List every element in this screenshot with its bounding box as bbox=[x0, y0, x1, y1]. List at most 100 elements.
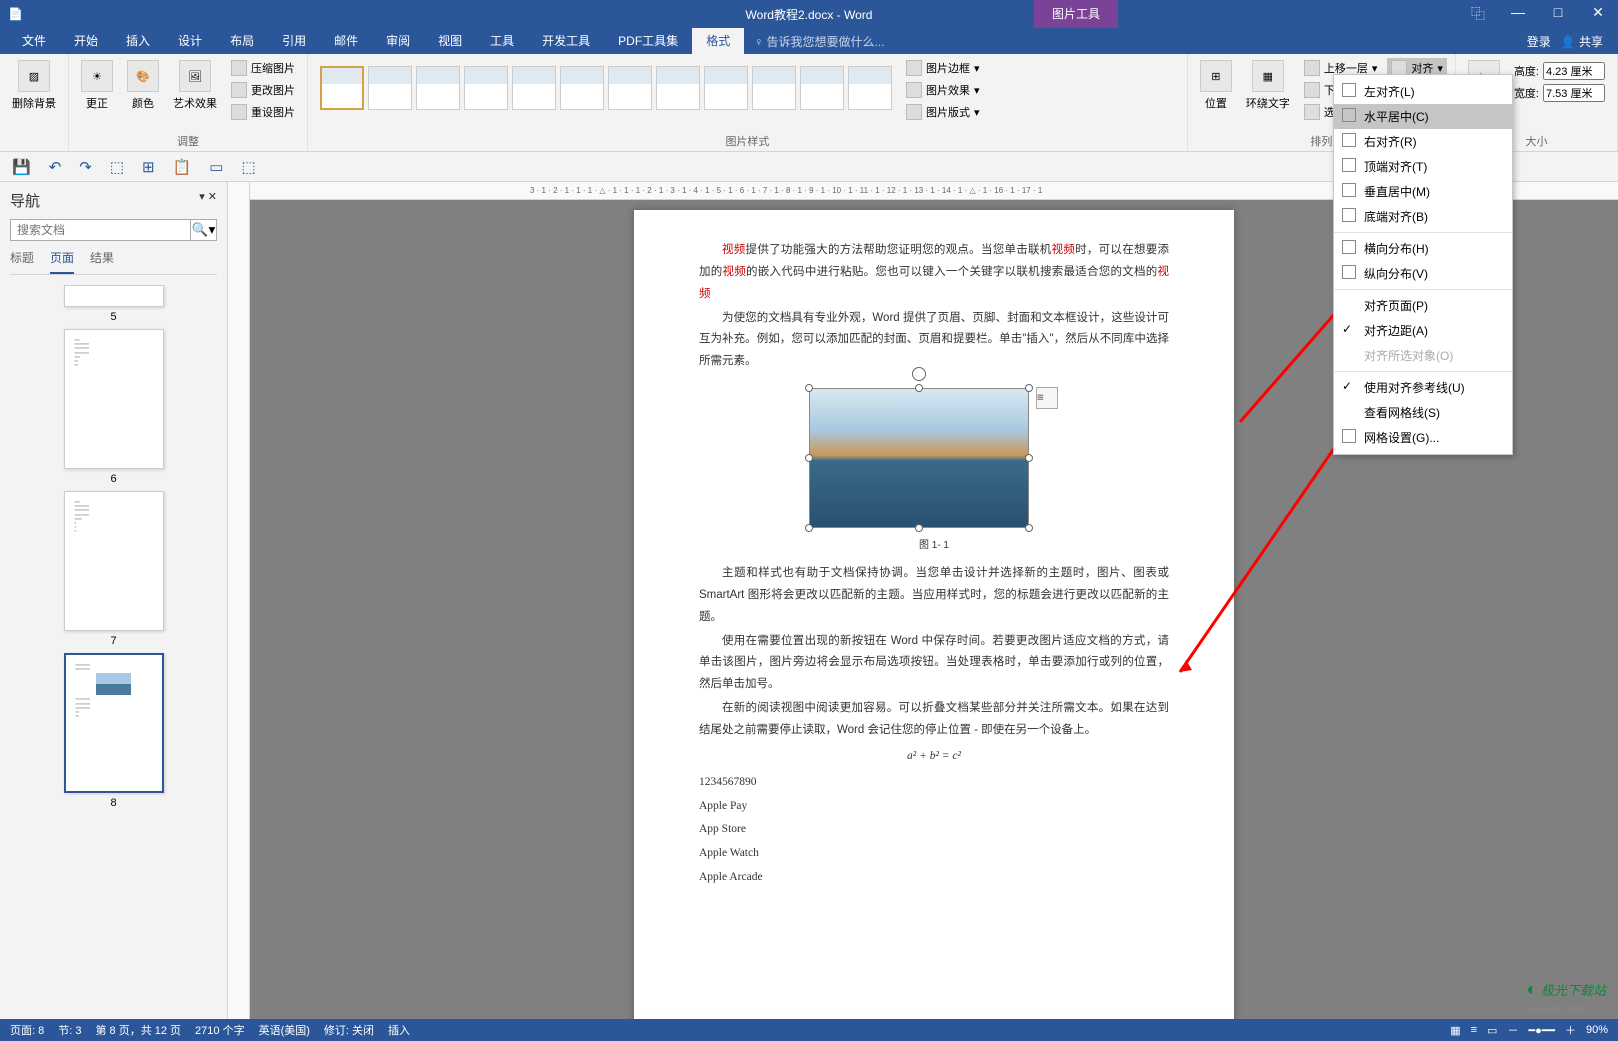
tell-me-input[interactable]: ♀ 告诉我您想要做什么... bbox=[754, 33, 884, 50]
tab-view[interactable]: 视图 bbox=[424, 28, 476, 54]
tab-pdf[interactable]: PDF工具集 bbox=[604, 28, 692, 54]
selected-image[interactable]: ≡ bbox=[809, 388, 1029, 528]
tab-format[interactable]: 格式 bbox=[692, 28, 744, 54]
tab-tools[interactable]: 工具 bbox=[476, 28, 528, 54]
position-button[interactable]: ⊞位置 bbox=[1196, 58, 1236, 113]
status-page[interactable]: 页面: 8 bbox=[10, 1022, 44, 1038]
style-thumb[interactable] bbox=[560, 66, 604, 110]
tab-home[interactable]: 开始 bbox=[60, 28, 112, 54]
status-insert[interactable]: 插入 bbox=[388, 1022, 410, 1038]
tab-mailings[interactable]: 邮件 bbox=[320, 28, 372, 54]
tab-insert[interactable]: 插入 bbox=[112, 28, 164, 54]
color-button[interactable]: 🎨颜色 bbox=[123, 58, 163, 113]
style-thumb[interactable] bbox=[752, 66, 796, 110]
tab-references[interactable]: 引用 bbox=[268, 28, 320, 54]
tab-file[interactable]: 文件 bbox=[8, 28, 60, 54]
status-track[interactable]: 修订: 关闭 bbox=[324, 1022, 374, 1038]
save-icon[interactable]: 💾 bbox=[12, 158, 31, 176]
align-menu-item[interactable]: ✓使用对齐参考线(U) bbox=[1334, 375, 1512, 400]
resize-handle[interactable] bbox=[1025, 384, 1033, 392]
reset-picture-button[interactable]: 重设图片 bbox=[227, 102, 299, 122]
status-words[interactable]: 2710 个字 bbox=[195, 1022, 245, 1038]
style-thumb[interactable] bbox=[704, 66, 748, 110]
paragraph[interactable]: 视频提供了功能强大的方法帮助您证明您的观点。当您单击联机视频时，可以在想要添加的… bbox=[699, 240, 1169, 306]
status-pages[interactable]: 第 8 页，共 12 页 bbox=[95, 1022, 181, 1038]
align-menu-item[interactable]: 水平居中(C) bbox=[1334, 104, 1512, 129]
search-button[interactable]: 🔍▾ bbox=[191, 219, 217, 241]
style-thumb[interactable] bbox=[464, 66, 508, 110]
qat-icon[interactable]: ⬚ bbox=[110, 158, 124, 176]
align-menu-item[interactable]: 垂直居中(M) bbox=[1334, 179, 1512, 204]
wrap-text-button[interactable]: ▦环绕文字 bbox=[1242, 58, 1294, 113]
align-menu-item[interactable]: 横向分布(H) bbox=[1334, 236, 1512, 261]
picture-styles-gallery[interactable] bbox=[316, 58, 896, 118]
nav-tab-results[interactable]: 结果 bbox=[90, 249, 114, 274]
page-thumb-6[interactable]: ━━━━━━━━━━━━━━━━━━━━━━━━━━━━━━━━━━ bbox=[64, 329, 164, 469]
style-thumb[interactable] bbox=[320, 66, 364, 110]
nav-close-icon[interactable]: ▾ ✕ bbox=[199, 190, 217, 211]
align-menu-item[interactable]: 查看网格线(S) bbox=[1334, 400, 1512, 425]
undo-icon[interactable]: ↶ bbox=[49, 158, 62, 176]
paragraph[interactable]: 使用在需要位置出现的新按钮在 Word 中保存时间。若要更改图片适应文档的方式，… bbox=[699, 631, 1169, 697]
qat-icon[interactable]: 📋 bbox=[173, 158, 192, 176]
status-language[interactable]: 英语(美国) bbox=[259, 1022, 310, 1038]
paragraph[interactable]: 为使您的文档具有专业外观，Word 提供了页眉、页脚、封面和文本框设计，这些设计… bbox=[699, 308, 1169, 374]
search-input[interactable] bbox=[10, 219, 191, 241]
resize-handle[interactable] bbox=[805, 524, 813, 532]
picture-layout-button[interactable]: 图片版式 ▾ bbox=[902, 102, 984, 122]
nav-tab-pages[interactable]: 页面 bbox=[50, 249, 74, 274]
paragraph[interactable]: 主题和样式也有助于文档保持协调。当您单击设计并选择新的主题时，图片、图表或 Sm… bbox=[699, 563, 1169, 629]
page-thumb-5[interactable] bbox=[64, 285, 164, 307]
ribbon-options-icon[interactable]: ⿻ bbox=[1458, 4, 1498, 24]
resize-handle[interactable] bbox=[1025, 454, 1033, 462]
zoom-in-icon[interactable]: ＋ bbox=[1565, 1022, 1576, 1038]
zoom-slider[interactable]: ━●━━ bbox=[1528, 1024, 1555, 1037]
qat-icon[interactable]: ⬚ bbox=[241, 158, 255, 176]
style-thumb[interactable] bbox=[848, 66, 892, 110]
align-menu-item[interactable]: 顶端对齐(T) bbox=[1334, 154, 1512, 179]
style-thumb[interactable] bbox=[416, 66, 460, 110]
corrections-button[interactable]: ☀更正 bbox=[77, 58, 117, 113]
align-menu-item[interactable]: 右对齐(R) bbox=[1334, 129, 1512, 154]
layout-options-button[interactable]: ≡ bbox=[1036, 387, 1058, 409]
compress-button[interactable]: 压缩图片 bbox=[227, 58, 299, 78]
image-caption[interactable]: 图 1- 1 bbox=[699, 536, 1169, 555]
redo-icon[interactable]: ↷ bbox=[79, 158, 92, 176]
zoom-out-icon[interactable]: － bbox=[1507, 1022, 1518, 1038]
text-line[interactable]: Apple Watch bbox=[699, 843, 1169, 865]
align-menu-item[interactable]: 底端对齐(B) bbox=[1334, 204, 1512, 229]
height-input[interactable] bbox=[1543, 62, 1605, 80]
maximize-icon[interactable]: □ bbox=[1538, 4, 1578, 24]
resize-handle[interactable] bbox=[915, 524, 923, 532]
picture-effects-button[interactable]: 图片效果 ▾ bbox=[902, 80, 984, 100]
change-picture-button[interactable]: 更改图片 bbox=[227, 80, 299, 100]
nav-tab-headings[interactable]: 标题 bbox=[10, 249, 34, 274]
remove-background-button[interactable]: ▨ 删除背景 bbox=[8, 58, 60, 113]
close-icon[interactable]: ✕ bbox=[1578, 4, 1618, 24]
view-icon[interactable]: ▭ bbox=[1487, 1024, 1497, 1037]
status-section[interactable]: 节: 3 bbox=[58, 1022, 81, 1038]
tab-review[interactable]: 审阅 bbox=[372, 28, 424, 54]
formula[interactable]: a² + b² = c² bbox=[699, 746, 1169, 768]
text-line[interactable]: 1234567890 bbox=[699, 772, 1169, 794]
view-icon[interactable]: ▦ bbox=[1450, 1024, 1460, 1037]
align-menu-item[interactable]: 对齐页面(P) bbox=[1334, 293, 1512, 318]
login-link[interactable]: 登录 bbox=[1527, 33, 1551, 50]
style-thumb[interactable] bbox=[800, 66, 844, 110]
minimize-icon[interactable]: — bbox=[1498, 4, 1538, 24]
style-thumb[interactable] bbox=[656, 66, 700, 110]
page-thumb-8[interactable]: ━━━━━━━━━━━━━━━━━━━━━━━━━━━━━━━━━━━━━━━━… bbox=[64, 653, 164, 793]
share-button[interactable]: 👤 共享 bbox=[1561, 33, 1603, 50]
resize-handle[interactable] bbox=[915, 384, 923, 392]
zoom-level[interactable]: 90% bbox=[1586, 1024, 1608, 1036]
rotate-handle[interactable] bbox=[912, 367, 926, 381]
tab-developer[interactable]: 开发工具 bbox=[528, 28, 604, 54]
resize-handle[interactable] bbox=[1025, 524, 1033, 532]
qat-icon[interactable]: ▭ bbox=[209, 158, 223, 176]
view-icon[interactable]: ≡ bbox=[1471, 1024, 1477, 1036]
text-line[interactable]: App Store bbox=[699, 819, 1169, 841]
style-thumb[interactable] bbox=[512, 66, 556, 110]
style-thumb[interactable] bbox=[608, 66, 652, 110]
picture-border-button[interactable]: 图片边框 ▾ bbox=[902, 58, 984, 78]
align-menu-item[interactable]: 纵向分布(V) bbox=[1334, 261, 1512, 286]
